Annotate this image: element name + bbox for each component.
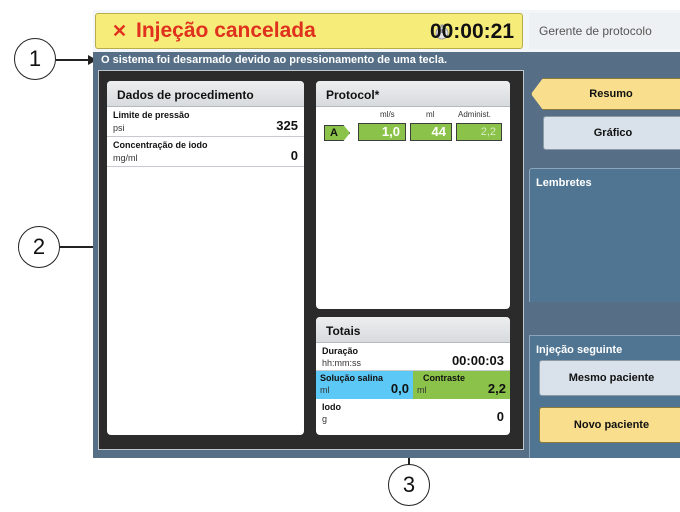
status-title: Injeção cancelada <box>136 19 316 42</box>
protocol-manager-button[interactable]: Gerente de protocolo <box>529 13 680 49</box>
procedure-data-title: Dados de procedimento <box>107 81 304 107</box>
iodine-concentration-unit: mg/ml <box>113 153 138 163</box>
phase-a-tag[interactable]: A <box>324 125 350 141</box>
totals-panel: Totais Duração hh:mm:ss 00:00:03 Solução… <box>316 317 510 435</box>
col-header-volume: ml <box>426 110 435 119</box>
injection-status-box: ✕ Injeção cancelada 00:00:21 <box>95 13 523 49</box>
saline-cell: Solução salina ml 0,0 <box>316 371 413 399</box>
saline-contrast-row: Solução salina ml 0,0 Contraste ml 2,2 <box>316 371 510 399</box>
iodine-concentration-row[interactable]: Concentração de iodo mg/ml 0 <box>107 137 304 167</box>
reminders-panel: Lembretes <box>529 168 680 302</box>
protocol-panel: Protocol* ml/s ml Administ. A 1,0 44 2,2 <box>316 81 510 309</box>
callout-3: 3 <box>388 464 430 506</box>
protocol-title[interactable]: Protocol* <box>316 81 510 107</box>
col-header-rate: ml/s <box>380 110 395 119</box>
elapsed-time: 00:00:21 <box>429 20 514 43</box>
new-patient-button[interactable]: Novo paciente <box>539 407 680 443</box>
iodine-unit: g <box>322 414 328 424</box>
summary-button[interactable]: Resumo <box>531 78 680 110</box>
phase-a-volume[interactable]: 44 <box>410 123 452 141</box>
procedure-data-panel: Dados de procedimento Limite de pressão … <box>107 81 304 435</box>
duration-row: Duração hh:mm:ss 00:00:03 <box>316 343 510 371</box>
phase-a-administered: 2,2 <box>456 123 502 141</box>
pressure-limit-row[interactable]: Limite de pressão psi 325 <box>107 107 304 137</box>
graph-button[interactable]: Gráfico <box>543 116 680 150</box>
pressure-limit-label: Limite de pressão <box>113 110 190 120</box>
callout-1: 1 <box>14 38 56 80</box>
iodine-label: Iodo <box>322 402 341 412</box>
contrast-cell: Contraste ml 2,2 <box>413 371 510 399</box>
iodine-concentration-value: 0 <box>290 148 298 163</box>
reminders-title: Lembretes <box>536 177 592 189</box>
duration-value: 00:00:03 <box>451 353 504 368</box>
x-icon: ✕ <box>112 20 128 41</box>
iodine-row: Iodo g 0 <box>316 399 510 427</box>
pressure-limit-value: 325 <box>276 118 298 133</box>
same-patient-button[interactable]: Mesmo paciente <box>539 360 680 396</box>
totals-title: Totais <box>316 317 510 343</box>
phase-a-rate[interactable]: 1,0 <box>358 123 406 141</box>
pressure-limit-unit: psi <box>113 123 125 133</box>
col-header-administered: Administ. <box>458 110 491 119</box>
iodine-value: 0 <box>496 409 504 424</box>
next-injection-title: Injeção seguinte <box>536 344 623 356</box>
callout-2: 2 <box>18 226 60 268</box>
main-data-frame: Dados de procedimento Limite de pressão … <box>98 70 524 450</box>
iodine-concentration-label: Concentração de iodo <box>113 140 208 150</box>
saline-value: 0,0 <box>390 381 409 396</box>
contrast-value: 2,2 <box>487 381 506 396</box>
system-message: O sistema foi desarmado devido ao pressi… <box>101 54 447 66</box>
top-bar: ✕ Injeção cancelada 00:00:21 Gerente de … <box>93 10 680 52</box>
injector-screen: ✕ Injeção cancelada 00:00:21 Gerente de … <box>93 10 680 458</box>
